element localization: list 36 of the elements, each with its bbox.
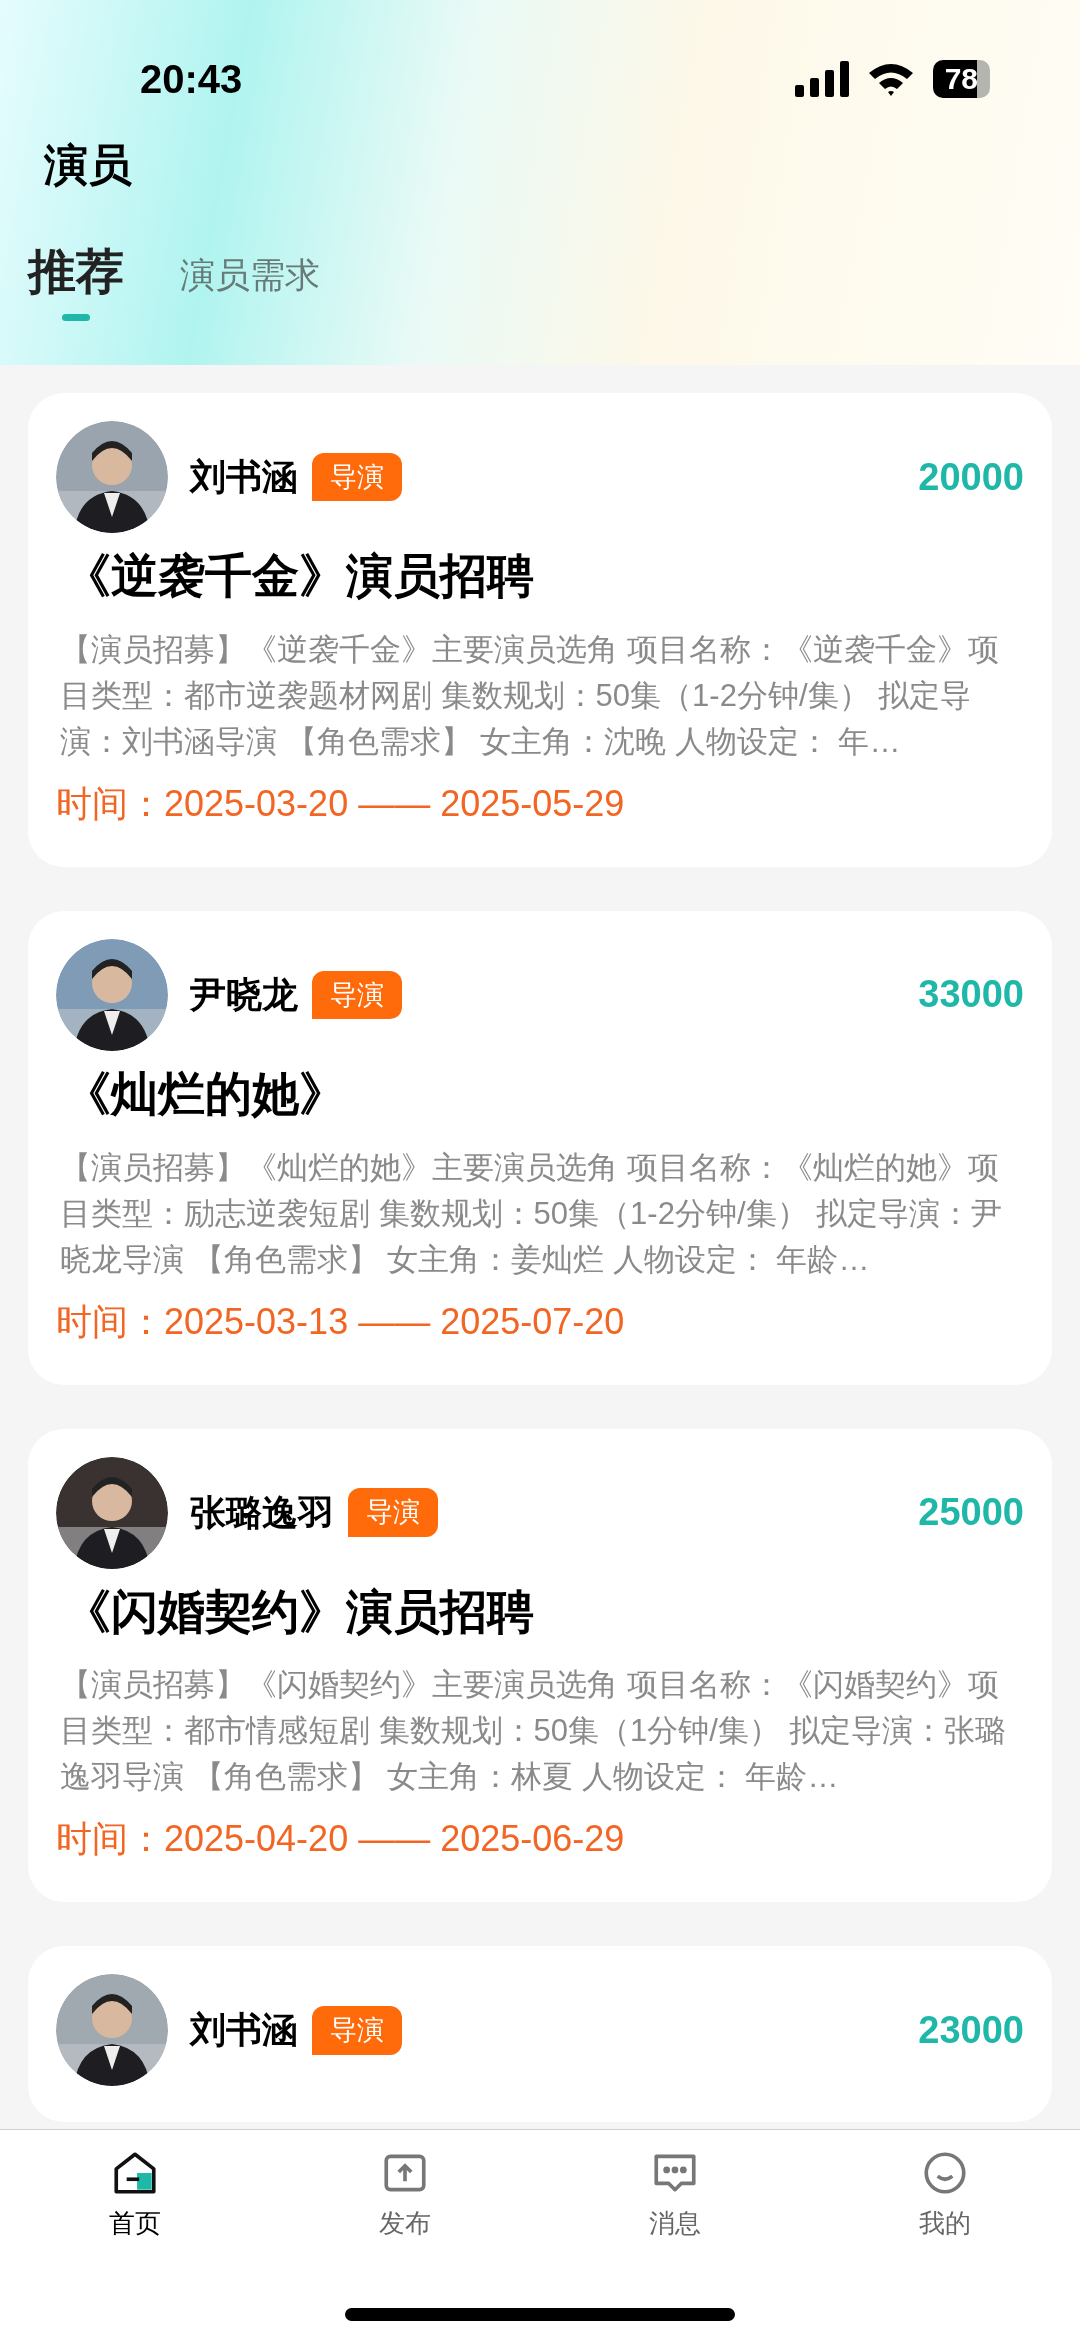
author-name: 张璐逸羽 [190, 1490, 334, 1535]
nav-tab[interactable]: 发布 [325, 2148, 485, 2243]
post-card[interactable]: 刘书涵 导演 23000 [28, 1946, 1052, 2123]
price: 20000 [918, 454, 1024, 500]
post-time: 时间：2025-03-13 —— 2025-07-20 [56, 1299, 626, 1344]
role-tag: 导演 [312, 970, 402, 1020]
page-title: 演员 [44, 139, 133, 191]
author-name: 尹晓龙 [190, 972, 298, 1017]
post-time: 时间：2025-03-20 —— 2025-05-29 [56, 781, 626, 826]
post-time: 时间：2025-04-20 —— 2025-06-29 [56, 1817, 626, 1862]
status-time: 20:43 [140, 56, 243, 103]
price: 33000 [918, 972, 1024, 1018]
price: 25000 [918, 1490, 1024, 1536]
post-description: 【演员招募】《灿烂的她》主要演员选角 项目名称：《灿烂的她》项目类型：励志逆袭短剧 集数规划：50集（1-2分钟/集） 拟定导演：尹晓龙导演 【角色需求】 女主角：姜灿烂 人物设定： 年龄… [59, 1148, 1004, 1279]
role-tag: 导演 [312, 452, 402, 502]
post-card[interactable]: 尹晓龙 导演 33000 《灿烂的她》 【演员招募】《灿烂的她》主要演员选角 项目名称：《灿烂的她》项目类型：励志逆袭短剧 集数规划：50集（1-2分钟/集） 拟定导演：尹晓龙导演 【角色需求】 女主角：姜灿烂 人物设定： 年龄… 时间：2025-03-13 —— 2025-07-20 [28, 910, 1052, 1385]
post-card[interactable]: 刘书涵 导演 20000 《逆袭千金》演员招聘 【演员招募】《逆袭千金》主要演员选角 项目名称：《逆袭千金》项目类型：都市逆袭题材网剧 集数规划：50集（1-2分钟/集） 拟定导演：刘书涵导演 【角色需求】 女主角：沈晚 人物设定： 年… 时间：2025-03-20 —— 2025-05-29 [28, 393, 1052, 867]
role-tag: 导演 [312, 2006, 402, 2055]
author-name: 刘书涵 [190, 455, 298, 499]
post-card[interactable]: 张璐逸羽 导演 25000 《闪婚契约》演员招聘 【演员招募】《闪婚契约》主要演员选角 项目名称：《闪婚契约》项目类型：都市情感短剧 集数规划：50集（1分钟/集） 拟定导演：张璐逸羽导演 【角色需求】 女主角：林夏 人物设定： 年龄… 时间：2025-04-20 —— 2025-06-29 [28, 1428, 1052, 1903]
post-description: 【演员招募】《逆袭千金》主要演员选角 项目名称：《逆袭千金》项目类型：都市逆袭题材网剧 集数规划：50集（1-2分钟/集） 拟定导演：刘书涵导演 【角色需求】 女主角：沈晚 人物设定： 年… [59, 630, 1000, 761]
nav-tab[interactable]: 首页 [55, 2148, 215, 2243]
post-title: 《闪婚契约》演员招聘 [64, 1583, 535, 1640]
role-tag: 导演 [348, 1488, 438, 1537]
nav-tab[interactable]: 消息 [595, 2148, 755, 2243]
post-description: 【演员招募】《闪婚契约》主要演员选角 项目名称：《闪婚契约》项目类型：都市情感短剧 集数规划：50集（1分钟/集） 拟定导演：张璐逸羽导演 【角色需求】 女主角：林夏 人物设定： 年龄… [59, 1666, 1007, 1797]
tab[interactable]: 演员需求 [180, 248, 320, 321]
signal-icon [794, 61, 849, 97]
author-name: 刘书涵 [190, 2008, 298, 2053]
post-title: 《灿烂的她》 [64, 1065, 347, 1122]
tab-indicator [62, 314, 90, 321]
tab[interactable]: 推荐 [28, 236, 124, 321]
battery-level: 78 [932, 60, 990, 98]
post-title: 《逆袭千金》演员招聘 [64, 548, 535, 604]
nav-tab[interactable]: 我的 [865, 2148, 1025, 2243]
price: 23000 [918, 2007, 1024, 2053]
